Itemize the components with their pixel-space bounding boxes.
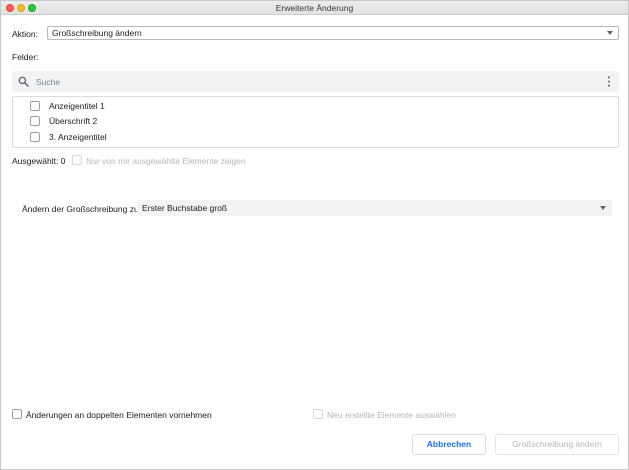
window-title: Erweiterte Änderung [275, 3, 354, 13]
field-label: 3. Anzeigentitel [49, 132, 107, 142]
more-vert-icon[interactable] [607, 76, 611, 87]
show-only-selected-checkbox[interactable] [72, 155, 82, 165]
list-item[interactable]: Überschrift 2 [13, 114, 618, 129]
selected-count: Ausgewählt: 0 [12, 156, 66, 166]
field-checkbox[interactable] [30, 101, 40, 111]
chevron-down-icon [600, 206, 606, 210]
action-label: Aktion: [12, 29, 38, 39]
select-new-items-checkbox[interactable] [313, 409, 323, 419]
search-icon [18, 76, 29, 87]
show-only-selected-label: Nur von mir ausgewählte Elemente zeigen [86, 156, 246, 166]
list-item[interactable] [13, 145, 618, 148]
case-change-select[interactable]: Erster Buchstabe groß [137, 200, 612, 216]
title-bar: Erweiterte Änderung [1, 1, 628, 15]
case-change-value: Erster Buchstabe groß [142, 203, 228, 213]
cancel-button[interactable]: Abbrechen [412, 434, 486, 455]
fields-list[interactable]: Anzeigentitel 1 Überschrift 2 3. Anzeige… [12, 96, 619, 148]
action-select-value: Großschreibung ändern [52, 28, 142, 38]
chevron-down-icon [607, 31, 613, 35]
apply-case-change-button[interactable]: Großschreibung ändern [495, 434, 619, 455]
advanced-edit-dialog: Erweiterte Änderung Aktion: Großschreibu… [0, 0, 629, 470]
fields-label: Felder: [12, 52, 39, 62]
field-checkbox[interactable] [30, 132, 40, 142]
field-checkbox[interactable] [30, 147, 40, 148]
field-label: Überschrift 2 [49, 116, 98, 126]
list-item[interactable]: 3. Anzeigentitel [13, 130, 618, 145]
field-search-bar [12, 71, 619, 92]
case-change-label: Ändern der Großschreibung zu: [22, 204, 142, 214]
select-new-items-label: Neu erstellte Elemente auswählen [327, 410, 456, 420]
apply-to-duplicates-checkbox[interactable] [12, 409, 22, 419]
apply-to-duplicates-label: Änderungen an doppelten Elementen vorneh… [26, 410, 212, 420]
field-label: Anzeigentitel 1 [49, 101, 105, 111]
field-checkbox[interactable] [30, 116, 40, 126]
action-select[interactable]: Großschreibung ändern [47, 26, 619, 40]
list-item[interactable]: Anzeigentitel 1 [13, 99, 618, 114]
field-search-input[interactable] [36, 74, 596, 89]
